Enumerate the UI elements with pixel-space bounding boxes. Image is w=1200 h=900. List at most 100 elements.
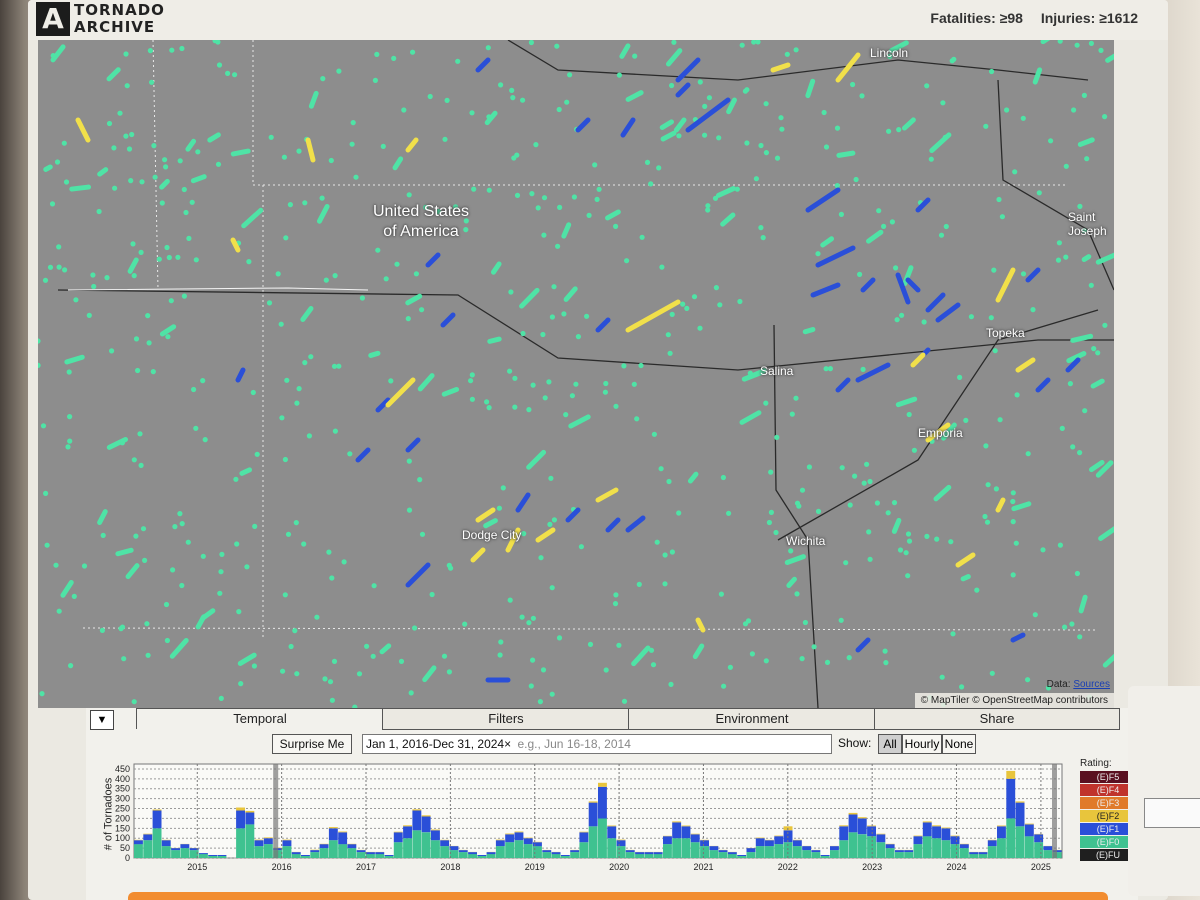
tornado-archive-logo[interactable]: A TORNADO ARCHIVE bbox=[36, 2, 186, 38]
bar-ef1 bbox=[644, 852, 654, 855]
bar-ef1 bbox=[737, 855, 747, 856]
tornado-track-ef0 bbox=[391, 55, 397, 61]
tornado-track-ef0 bbox=[68, 663, 74, 669]
date-range-chip[interactable]: Jan 1, 2016-Dec 31, 2024× bbox=[363, 735, 514, 753]
bar-ef1 bbox=[922, 822, 932, 837]
tornado-track-ef0 bbox=[569, 393, 576, 399]
logo-line2: ARCHIVE bbox=[74, 18, 156, 36]
tornado-track-ef0 bbox=[380, 143, 386, 149]
bar-ef2 bbox=[848, 812, 858, 815]
tornado-track-ef0 bbox=[285, 531, 292, 537]
show-all-button[interactable]: All bbox=[878, 734, 902, 754]
bar-ef1 bbox=[1024, 824, 1034, 837]
tornado-track-ef0 bbox=[634, 416, 640, 422]
tornado-track-ef0 bbox=[181, 293, 187, 299]
tornado-track-ef0 bbox=[662, 552, 668, 558]
tornado-track-ef0 bbox=[592, 162, 598, 168]
timeline-chart-canvas[interactable]: 050100150200250300350400450 2015 2016 2017 2… bbox=[86, 758, 1076, 898]
tornado-track-ef0 bbox=[128, 178, 134, 184]
tornado-track-ef0 bbox=[897, 547, 904, 553]
tornado-track-ef0 bbox=[179, 521, 185, 527]
tornado-track-ef0 bbox=[538, 555, 544, 561]
tornado-track-ef0 bbox=[511, 155, 517, 161]
tornado-track-ef0 bbox=[680, 301, 686, 307]
tornado-track-ef0 bbox=[189, 199, 195, 205]
map-canvas[interactable] bbox=[38, 40, 1114, 708]
city-label-salina: Salina bbox=[760, 364, 794, 378]
tornado-track-ef0 bbox=[779, 126, 785, 132]
timeline-chart[interactable]: # of Tornadoes 0 50 100 150 200 250 300 350 400 4… bbox=[86, 758, 1138, 898]
tornado-track-ef0 bbox=[587, 641, 594, 648]
bar-ef2 bbox=[579, 831, 589, 833]
tornado-track-ef0 bbox=[484, 399, 490, 405]
bar-ef0 bbox=[468, 854, 477, 858]
tornado-track-ef0 bbox=[40, 423, 47, 429]
tornado-track-ef0 bbox=[200, 378, 206, 384]
bar-ef1 bbox=[774, 836, 784, 845]
tornado-track-ef0 bbox=[799, 487, 806, 493]
country-label-line1: United States bbox=[373, 203, 470, 220]
tornado-track-ef0 bbox=[54, 159, 61, 165]
bar-ef0 bbox=[1034, 842, 1044, 858]
tornado-map[interactable]: United States of America Lincoln Saint J… bbox=[38, 40, 1114, 708]
tornado-track-ef0 bbox=[39, 691, 45, 697]
tornado-track-ef0 bbox=[1004, 107, 1010, 113]
bar-ef0 bbox=[700, 846, 709, 858]
bar-ef0 bbox=[152, 828, 162, 858]
sources-link[interactable]: Sources bbox=[1073, 679, 1110, 690]
tornado-track-ef0 bbox=[500, 485, 506, 491]
tornado-track-ef0 bbox=[662, 581, 668, 587]
collapse-toggle-icon[interactable]: ▼ bbox=[90, 710, 114, 730]
tornado-track-ef0 bbox=[406, 192, 412, 198]
tornado-track-ef0 bbox=[455, 58, 461, 64]
bar-ef1 bbox=[969, 852, 979, 855]
tornado-track-ef0 bbox=[170, 567, 176, 573]
tornado-track-ef0 bbox=[934, 536, 940, 542]
bar-ef0 bbox=[514, 840, 524, 858]
tornado-track-ef0 bbox=[596, 186, 602, 192]
show-none-button[interactable]: None bbox=[942, 734, 976, 754]
bar-ef0 bbox=[431, 840, 440, 858]
show-hourly-button[interactable]: Hourly bbox=[902, 734, 942, 754]
tornado-track-ef0 bbox=[802, 619, 809, 626]
tornado-track-ef0 bbox=[684, 305, 690, 311]
bar-ef1 bbox=[1015, 802, 1025, 827]
tornado-track-ef0 bbox=[1082, 408, 1088, 414]
tornado-track-ef0 bbox=[894, 317, 900, 323]
tornado-track-ef0 bbox=[293, 520, 299, 526]
app-header: A TORNADO ARCHIVE Fatalities: ≥98 Injuri… bbox=[28, 0, 1168, 40]
tornado-track-ef0 bbox=[419, 307, 425, 313]
bar-ef0 bbox=[727, 854, 737, 858]
tornado-track-ef0 bbox=[548, 475, 554, 481]
tornado-track-ef0 bbox=[485, 45, 491, 51]
tornado-track-ef0 bbox=[67, 438, 73, 444]
tornado-track-ef0 bbox=[181, 186, 187, 193]
surprise-me-button[interactable]: Surprise Me bbox=[272, 734, 352, 754]
side-card-button[interactable] bbox=[1144, 798, 1200, 828]
city-label-topeka: Topeka bbox=[986, 326, 1025, 340]
tornado-track-ef0 bbox=[533, 142, 539, 148]
tornado-track-ef0 bbox=[326, 549, 332, 555]
tornado-track-ef0 bbox=[486, 187, 492, 193]
tornado-track-ef0 bbox=[1040, 547, 1046, 553]
tornado-track-ef0 bbox=[793, 395, 799, 401]
tab-environment[interactable]: Environment bbox=[628, 708, 876, 730]
tab-filters[interactable]: Filters bbox=[382, 708, 630, 730]
bar-ef0 bbox=[375, 854, 385, 858]
bar-ef1 bbox=[802, 846, 812, 851]
bar-ef0 bbox=[765, 846, 774, 858]
bar-ef2 bbox=[598, 782, 607, 787]
bar-ef0 bbox=[820, 856, 830, 858]
tornado-track-ef0 bbox=[42, 277, 49, 283]
tab-share[interactable]: Share bbox=[874, 708, 1120, 730]
tornado-track-ef0 bbox=[578, 544, 585, 550]
bar-ef2 bbox=[421, 815, 431, 817]
date-range-input[interactable]: Jan 1, 2016-Dec 31, 2024× e.g., Jun 16-1… bbox=[362, 734, 832, 754]
tornado-track-ef0 bbox=[486, 405, 492, 411]
bar-ef2 bbox=[950, 835, 960, 837]
tornado-track-ef0 bbox=[123, 133, 129, 139]
bar-ef0 bbox=[746, 852, 756, 858]
tornado-track-ef0 bbox=[789, 411, 795, 417]
tornado-track-ef0 bbox=[230, 148, 251, 157]
tab-temporal[interactable]: Temporal bbox=[136, 708, 384, 729]
